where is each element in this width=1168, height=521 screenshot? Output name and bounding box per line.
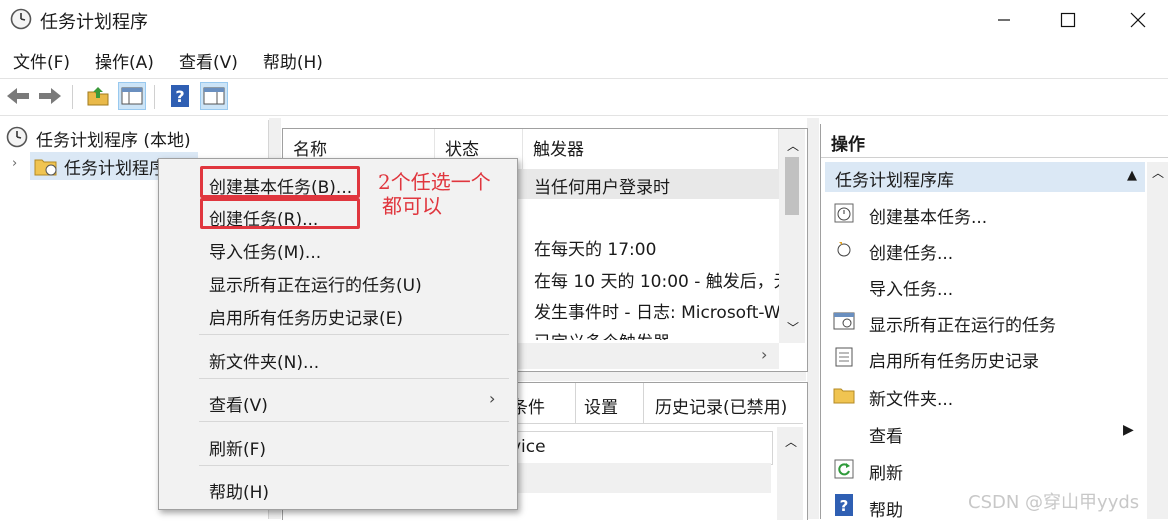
arrow-right-icon — [39, 88, 61, 104]
actions-header: 操作 — [821, 124, 1168, 158]
show-tree-button[interactable] — [118, 82, 146, 110]
chevron-up-icon[interactable]: ︿ — [785, 433, 797, 450]
history-icon — [835, 347, 853, 367]
action-create-task[interactable]: 创建任务... — [869, 239, 953, 264]
action-import-task[interactable]: 导入任务... — [869, 275, 953, 300]
chevron-up-icon[interactable]: ︿ — [1152, 164, 1164, 181]
caret-right-icon: ▶ — [1123, 422, 1134, 438]
column-header-trigger[interactable]: 触发器 — [523, 129, 779, 169]
chevron-right-icon: › — [489, 389, 496, 408]
svg-text:?: ? — [840, 497, 849, 515]
basic-task-icon — [834, 203, 854, 223]
vertical-scrollbar[interactable]: ︿ ﹀ — [779, 129, 805, 343]
chevron-right-icon[interactable]: › — [12, 156, 17, 171]
close-button[interactable] — [1110, 0, 1166, 40]
help-icon: ? — [835, 494, 853, 516]
menu-new-folder[interactable]: 新文件夹(N)... — [209, 348, 319, 373]
action-help[interactable]: 帮助 — [869, 496, 903, 521]
chevron-right-icon[interactable]: › — [761, 345, 767, 364]
menu-action[interactable]: 操作(A) — [82, 44, 166, 76]
vertical-scrollbar[interactable]: ︿ — [1147, 162, 1168, 519]
trigger-cell: 在每天的 17:00 — [534, 240, 657, 260]
menu-file[interactable]: 文件(F) — [0, 44, 82, 76]
actions-pane: 操作 任务计划程序库 ▲ ︿ 创建基本任务... 创建任务... 导入任务...… — [820, 124, 1168, 521]
menu-separator — [199, 465, 509, 466]
chevron-up-icon[interactable]: ︿ — [787, 137, 799, 154]
action-refresh[interactable]: 刷新 — [869, 459, 903, 484]
tab-history[interactable]: 历史记录(已禁用) — [655, 393, 787, 418]
forward-button[interactable] — [36, 82, 64, 110]
actions-section-label: 任务计划程序库 — [835, 171, 954, 191]
help-button[interactable]: ? — [166, 82, 194, 110]
back-button[interactable] — [4, 82, 32, 110]
trigger-cell: 当任何用户登录时 — [534, 178, 670, 198]
toolbar-separator — [72, 85, 73, 109]
title-bar: 任务计划程序 — [0, 0, 1168, 40]
menu-view[interactable]: 查看(V) — [209, 391, 268, 416]
maximize-button[interactable] — [1040, 0, 1096, 40]
action-new-folder[interactable]: 新文件夹... — [869, 385, 953, 410]
menu-refresh[interactable]: 刷新(F) — [209, 435, 266, 460]
folder-up-icon — [87, 87, 109, 106]
clock-icon — [10, 8, 32, 30]
clock-icon — [6, 126, 28, 148]
annotation-line: 2个任选一个 — [378, 170, 491, 194]
menu-separator — [199, 378, 509, 379]
highlight-box-basic-task — [200, 166, 360, 198]
tab-divider — [643, 383, 644, 423]
watermark: CSDN @穿山甲yyds — [968, 492, 1140, 513]
minimize-button[interactable] — [976, 0, 1032, 40]
splitter[interactable] — [807, 118, 819, 519]
tab-divider — [575, 383, 576, 423]
toolbar-separator — [154, 85, 155, 109]
trigger-cell: 发生事件时 - 日志: Microsoft-W — [534, 303, 780, 323]
up-folder-button[interactable] — [84, 82, 112, 110]
annotation-text: 2个任选一个 都可以 — [378, 170, 491, 218]
running-tasks-icon — [833, 312, 855, 330]
tree-root[interactable]: 任务计划程序 (本地) — [36, 126, 191, 151]
vertical-scrollbar[interactable]: ︿ — [777, 427, 803, 520]
toolbar: ? — [0, 78, 1168, 116]
panel-icon — [203, 87, 225, 105]
menu-enable-history[interactable]: 启用所有任务历史记录(E) — [209, 304, 403, 329]
annotation-line: 都可以 — [382, 194, 442, 218]
folder-clock-icon — [34, 159, 57, 176]
highlight-box-create-task — [200, 198, 360, 229]
trigger-cell: 在每 10 天的 10:00 - 触发后，无 — [534, 272, 780, 292]
action-show-running[interactable]: 显示所有正在运行的任务 — [869, 311, 1056, 336]
arrow-left-icon — [7, 88, 29, 104]
menu-separator — [199, 421, 509, 422]
folder-icon — [833, 388, 855, 404]
trigger-cell: 已定义多个触发器 — [534, 328, 780, 340]
svg-text:?: ? — [175, 87, 184, 106]
menu-import-task[interactable]: 导入任务(M)... — [209, 238, 321, 263]
action-enable-history[interactable]: 启用所有任务历史记录 — [869, 347, 1039, 372]
collapse-up-icon[interactable]: ▲ — [1127, 168, 1137, 183]
menu-show-running-tasks[interactable]: 显示所有正在运行的任务(U) — [209, 271, 422, 296]
window-title: 任务计划程序 — [40, 12, 148, 33]
menu-help[interactable]: 帮助(H) — [209, 478, 269, 503]
show-action-pane-button[interactable] — [200, 82, 228, 110]
panel-icon — [121, 87, 143, 105]
actions-section-header[interactable]: 任务计划程序库 ▲ — [825, 162, 1145, 192]
scrollbar-thumb[interactable] — [785, 157, 799, 215]
tab-settings[interactable]: 设置 — [584, 393, 618, 418]
minimize-icon — [998, 19, 1010, 21]
menu-separator — [199, 334, 509, 335]
help-icon: ? — [171, 85, 189, 107]
menu-view[interactable]: 查看(V) — [166, 44, 250, 76]
task-icon — [837, 242, 851, 257]
maximize-icon — [1060, 12, 1076, 28]
chevron-down-icon[interactable]: ﹀ — [787, 319, 799, 336]
close-icon — [1130, 12, 1146, 28]
menu-bar: 文件(F) 操作(A) 查看(V) 帮助(H) — [0, 44, 1168, 76]
action-view[interactable]: 查看 — [869, 422, 903, 447]
refresh-icon — [834, 459, 854, 479]
action-create-basic-task[interactable]: 创建基本任务... — [869, 203, 987, 228]
menu-help[interactable]: 帮助(H) — [250, 44, 335, 76]
